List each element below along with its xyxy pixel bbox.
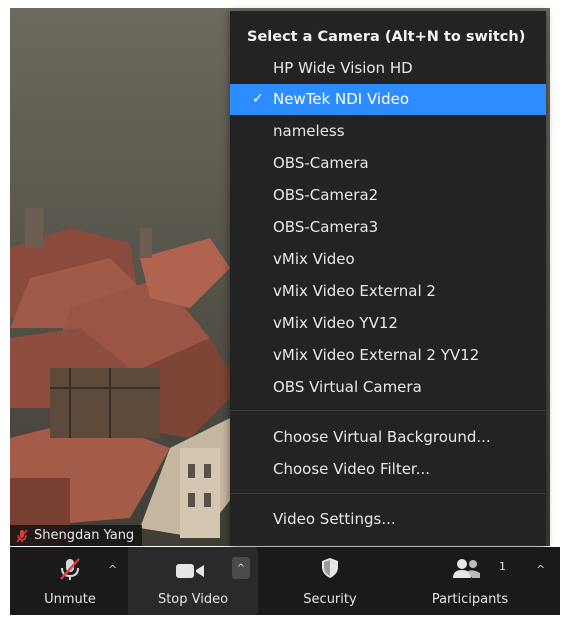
camera-option-vmix-video-yv12[interactable]: vMix Video YV12 xyxy=(230,308,546,339)
camera-option-nameless[interactable]: nameless xyxy=(230,116,546,147)
menu-option-label: Choose Virtual Background... xyxy=(273,428,491,446)
meeting-toolbar: Unmute ^ Stop Video ^ Security Participa… xyxy=(10,547,560,615)
camera-option-vmix-video-external-2[interactable]: vMix Video External 2 xyxy=(230,276,546,307)
camera-option-label: vMix Video YV12 xyxy=(273,314,398,332)
camera-option-vmix-video[interactable]: vMix Video xyxy=(230,244,546,275)
camera-option-hp-wide-vision-hd[interactable]: HP Wide Vision HD xyxy=(230,53,546,84)
camera-option-label: nameless xyxy=(273,122,345,140)
participants-button[interactable]: Participants xyxy=(420,547,520,615)
video-camera-icon xyxy=(176,564,204,578)
participants-options-caret-icon[interactable]: ^ xyxy=(536,563,545,576)
menu-option-label: Video Settings... xyxy=(273,510,396,528)
menu-header: Select a Camera (Alt+N to switch) xyxy=(247,29,526,45)
camera-option-label: OBS-Camera3 xyxy=(273,218,379,236)
security-label: Security xyxy=(303,592,357,607)
camera-option-label: HP Wide Vision HD xyxy=(273,59,413,77)
camera-option-label: OBS-Camera2 xyxy=(273,186,379,204)
camera-option-obs-virtual-camera[interactable]: OBS Virtual Camera xyxy=(230,372,546,403)
participant-name-tag: Shengdan Yang xyxy=(10,525,143,546)
camera-option-vmix-video-external-2-yv12[interactable]: vMix Video External 2 YV12 xyxy=(230,340,546,371)
security-button[interactable]: Security xyxy=(300,547,360,615)
camera-option-label: vMix Video External 2 xyxy=(273,282,436,300)
menu-separator xyxy=(230,410,546,411)
menu-option-label: Choose Video Filter... xyxy=(273,460,431,478)
shield-icon xyxy=(322,558,338,578)
participants-icon xyxy=(453,559,480,578)
camera-option-newtek-ndi-video[interactable]: ✓ NewTek NDI Video xyxy=(230,84,546,115)
audio-options-caret-icon[interactable]: ^ xyxy=(108,563,117,576)
camera-option-label: OBS Virtual Camera xyxy=(273,378,422,396)
camera-option-obs-camera2[interactable]: OBS-Camera2 xyxy=(230,180,546,211)
participants-label: Participants xyxy=(431,592,509,607)
checkmark-icon: ✓ xyxy=(252,91,264,107)
participants-count: 1 xyxy=(499,560,506,573)
menu-separator xyxy=(230,493,546,494)
camera-option-obs-camera3[interactable]: OBS-Camera3 xyxy=(230,212,546,243)
camera-option-label: OBS-Camera xyxy=(273,154,369,172)
camera-select-menu: Select a Camera (Alt+N to switch) HP Wid… xyxy=(230,11,546,545)
choose-video-filter-option[interactable]: Choose Video Filter... xyxy=(230,454,546,485)
video-settings-option[interactable]: Video Settings... xyxy=(230,504,546,535)
muted-mic-icon xyxy=(60,558,80,580)
video-options-caret-icon[interactable]: ^ xyxy=(232,557,250,579)
muted-mic-icon xyxy=(16,529,28,543)
unmute-label: Unmute xyxy=(44,592,96,607)
unmute-button[interactable]: Unmute xyxy=(40,547,100,615)
stop-video-label: Stop Video xyxy=(157,592,229,607)
camera-option-obs-camera[interactable]: OBS-Camera xyxy=(230,148,546,179)
choose-virtual-background-option[interactable]: Choose Virtual Background... xyxy=(230,422,546,453)
camera-option-label: vMix Video xyxy=(273,250,355,268)
participant-name: Shengdan Yang xyxy=(34,528,135,543)
camera-option-label: NewTek NDI Video xyxy=(273,90,410,108)
camera-option-label: vMix Video External 2 YV12 xyxy=(273,346,480,364)
